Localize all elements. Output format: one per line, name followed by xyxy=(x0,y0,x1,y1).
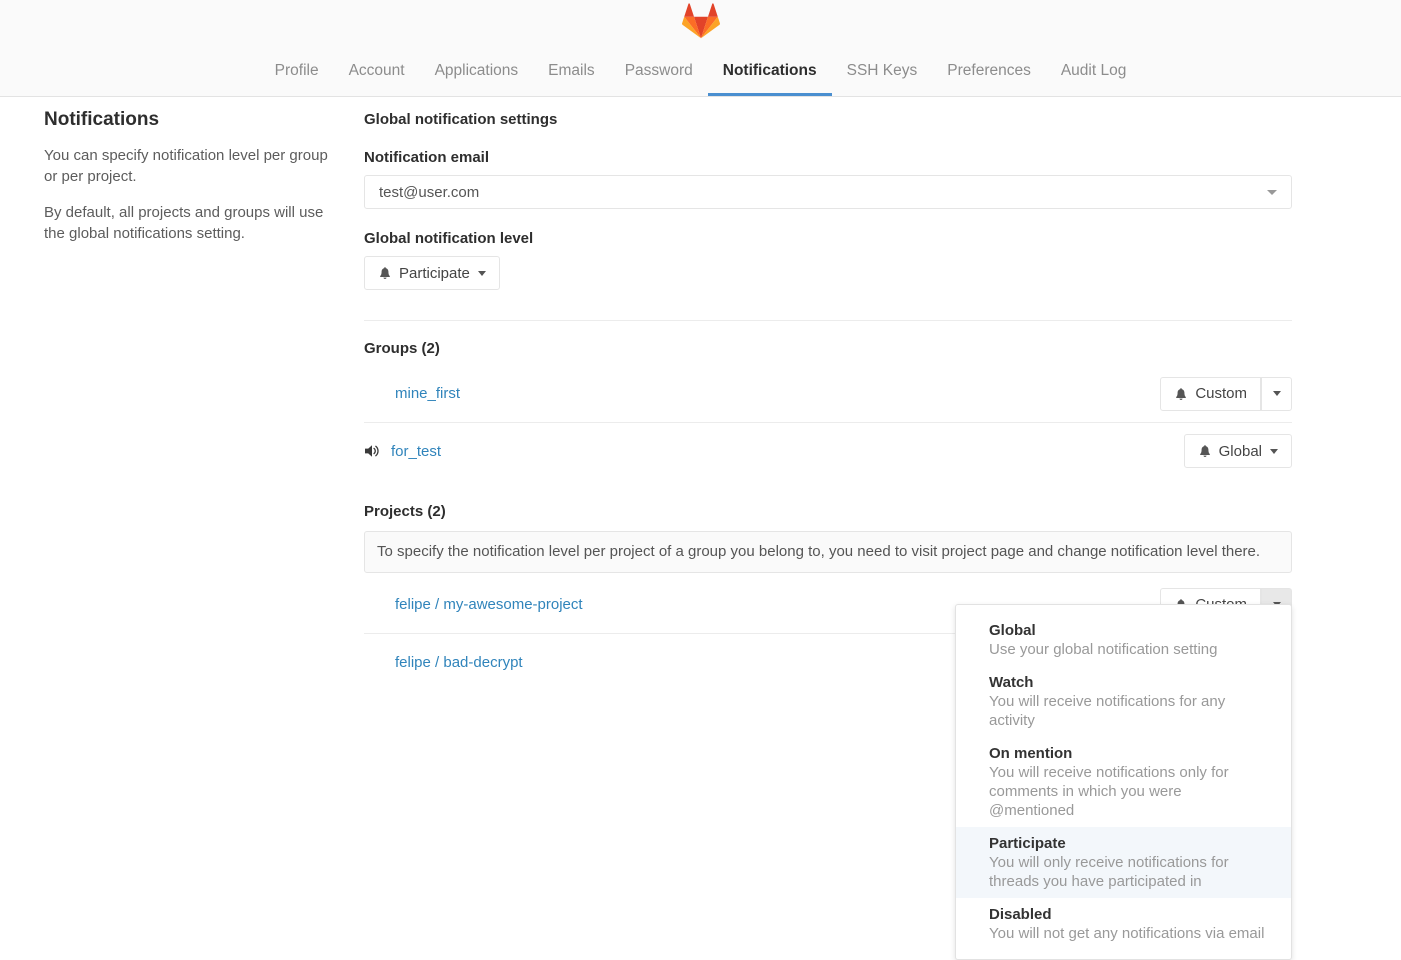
group-mine-first-level-value: Custom xyxy=(1195,385,1247,402)
notification-email-label: Notification email xyxy=(364,149,1292,166)
global-level-button[interactable]: Participate xyxy=(364,256,500,290)
group-link-for-test[interactable]: for_test xyxy=(391,443,441,460)
tab-profile[interactable]: Profile xyxy=(260,48,334,96)
tab-preferences[interactable]: Preferences xyxy=(932,48,1046,96)
global-level-value: Participate xyxy=(399,265,470,282)
page-title: Notifications xyxy=(44,109,344,131)
projects-notice: To specify the notification level per pr… xyxy=(364,531,1292,573)
gitlab-tanuki-icon xyxy=(682,2,720,40)
group-mine-first-level-button[interactable]: Custom xyxy=(1160,377,1261,411)
dropdown-item-label: Disabled xyxy=(989,905,1271,924)
group-row-mine-first: mine_first Custom xyxy=(364,365,1292,422)
project-link-my-awesome-project[interactable]: felipe / my-awesome-project xyxy=(395,596,583,613)
dropdown-item-description: You will receive notifications only for … xyxy=(989,763,1271,820)
tab-applications[interactable]: Applications xyxy=(420,48,534,96)
dropdown-item-label: On mention xyxy=(989,744,1271,763)
chevron-down-icon xyxy=(1267,190,1277,195)
dropdown-item-label: Global xyxy=(989,621,1271,640)
sidebar-paragraph-2: By default, all projects and groups will… xyxy=(44,202,344,244)
dropdown-item-label: Participate xyxy=(989,834,1271,853)
dropdown-item-label: Watch xyxy=(989,673,1271,692)
group-level-split-button: Custom xyxy=(1160,377,1292,411)
notification-email-value: test@user.com xyxy=(379,184,1267,201)
groups-list: mine_first Custom xyxy=(364,365,1292,479)
dropdown-item-description: You will only receive notifications for … xyxy=(989,853,1271,891)
bell-icon xyxy=(1198,444,1212,458)
dropdown-item-description: Use your global notification setting xyxy=(989,640,1271,659)
dropdown-item-description: You will not get any notifications via e… xyxy=(989,924,1271,943)
sidebar-description: Notifications You can specify notificati… xyxy=(0,97,364,690)
groups-heading: Groups (2) xyxy=(364,340,1292,357)
bell-icon xyxy=(1174,387,1188,401)
profile-settings-header: Profile Account Applications Emails Pass… xyxy=(0,0,1401,97)
caret-down-icon xyxy=(478,271,486,276)
dropdown-item-on-mention[interactable]: On mention You will receive notification… xyxy=(956,737,1291,827)
divider xyxy=(364,320,1292,321)
bell-icon xyxy=(378,266,392,280)
settings-nav: Profile Account Applications Emails Pass… xyxy=(260,40,1142,96)
sidebar-paragraph-1: You can specify notification level per g… xyxy=(44,145,344,187)
dropdown-item-watch[interactable]: Watch You will receive notifications for… xyxy=(956,666,1291,737)
group-mine-first-level-caret-button[interactable] xyxy=(1261,377,1292,411)
notification-email-select[interactable]: test@user.com xyxy=(364,175,1292,209)
tab-audit-log[interactable]: Audit Log xyxy=(1046,48,1142,96)
volume-up-icon xyxy=(364,443,380,459)
notification-level-dropdown: Global Use your global notification sett… xyxy=(955,604,1292,960)
tab-account[interactable]: Account xyxy=(334,48,420,96)
group-row-for-test: for_test Global xyxy=(364,422,1292,479)
caret-down-icon xyxy=(1270,449,1278,454)
tab-password[interactable]: Password xyxy=(610,48,708,96)
project-link-bad-decrypt[interactable]: felipe / bad-decrypt xyxy=(395,654,523,671)
projects-heading: Projects (2) xyxy=(364,503,1292,520)
caret-down-icon xyxy=(1273,391,1281,396)
tab-ssh-keys[interactable]: SSH Keys xyxy=(832,48,933,96)
tab-emails[interactable]: Emails xyxy=(533,48,610,96)
dropdown-item-global[interactable]: Global Use your global notification sett… xyxy=(956,614,1291,666)
group-for-test-level-value: Global xyxy=(1219,443,1262,460)
dropdown-item-participate[interactable]: Participate You will only receive notifi… xyxy=(956,827,1291,898)
group-for-test-level-button[interactable]: Global xyxy=(1184,434,1292,468)
global-level-label: Global notification level xyxy=(364,230,1292,247)
notifications-settings-page: Profile Account Applications Emails Pass… xyxy=(0,0,1401,928)
dropdown-item-disabled[interactable]: Disabled You will not get any notificati… xyxy=(956,898,1291,950)
group-link-mine-first[interactable]: mine_first xyxy=(395,385,460,402)
global-settings-heading: Global notification settings xyxy=(364,111,1292,128)
tab-notifications[interactable]: Notifications xyxy=(708,48,832,96)
gitlab-logo[interactable] xyxy=(682,2,720,40)
settings-form: Global notification settings Notificatio… xyxy=(364,97,1292,690)
content-area: Notifications You can specify notificati… xyxy=(0,97,1401,690)
dropdown-item-description: You will receive notifications for any a… xyxy=(989,692,1271,730)
